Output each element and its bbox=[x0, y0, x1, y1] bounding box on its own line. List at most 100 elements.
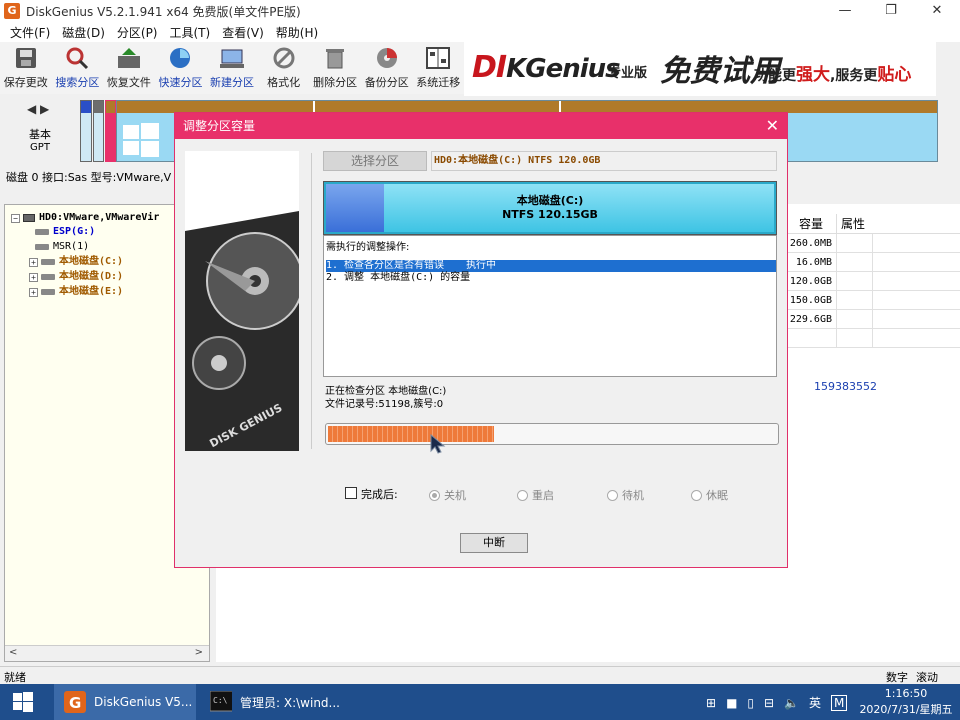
status-bar: 就绪 数字 滚动 bbox=[0, 666, 960, 684]
new-partition-button[interactable]: 新建分区 bbox=[206, 42, 258, 94]
expand-icon[interactable]: + bbox=[29, 257, 38, 267]
format-button[interactable]: 格式化 bbox=[258, 42, 310, 94]
partition-table: 容量 属性 260.0MB 16.0MB 120.0GB 150.0GB 229… bbox=[786, 214, 960, 348]
diskgenius-logo: DIKGenius bbox=[472, 50, 621, 85]
app-logo-icon: G bbox=[4, 3, 20, 19]
tree-item-d[interactable]: + 本地磁盘(D:) bbox=[29, 270, 123, 284]
table-row[interactable]: 229.6GB bbox=[786, 310, 960, 329]
disk-icon bbox=[23, 214, 35, 222]
dialog-close-icon[interactable]: ✕ bbox=[766, 113, 779, 139]
disk-type-label: 基本 GPT bbox=[29, 128, 51, 153]
menu-disk[interactable]: 磁盘(D) bbox=[56, 24, 111, 41]
resize-partition-dialog: 调整分区容量 ✕ DISK GENIUS 选择分区 HD0:本地磁盘(C:) N… bbox=[174, 112, 788, 568]
search-partition-button[interactable]: 搜索分区 bbox=[52, 42, 104, 94]
menu-file[interactable]: 文件(F) bbox=[4, 24, 56, 41]
partition-bar-c[interactable] bbox=[105, 100, 116, 162]
network-icon[interactable]: ⊞ bbox=[706, 696, 716, 710]
recover-files-button[interactable]: 恢复文件 bbox=[103, 42, 155, 94]
expand-icon[interactable]: + bbox=[29, 287, 38, 297]
battery-icon[interactable]: ▯ bbox=[747, 696, 754, 710]
system-migration-button[interactable]: 系统迁移 bbox=[413, 42, 465, 94]
language-indicator[interactable]: 英 bbox=[809, 694, 821, 711]
tree-item-msr[interactable]: MSR(1) bbox=[35, 240, 89, 254]
operations-list: 需执行的调整操作: 1. 检查各分区是否有错误 执行中 2. 调整 本地磁盘(C:… bbox=[323, 235, 777, 377]
abort-button[interactable]: 中断 bbox=[460, 533, 528, 553]
header-attribute[interactable]: 属性 bbox=[836, 214, 872, 233]
after-completion-checkbox[interactable] bbox=[345, 487, 357, 499]
partition-name: 本地磁盘(C:) bbox=[516, 194, 584, 207]
svg-text:C:\: C:\ bbox=[213, 696, 228, 705]
menu-help[interactable]: 帮助(H) bbox=[270, 24, 324, 41]
tree-horizontal-scrollbar[interactable]: < > bbox=[5, 645, 209, 661]
radio-restart[interactable]: 重启 bbox=[517, 487, 554, 503]
header-capacity[interactable]: 容量 bbox=[786, 214, 836, 233]
partition-visual: 本地磁盘(C:) NTFS 120.15GB bbox=[323, 181, 777, 235]
check-status: 正在检查分区 本地磁盘(C:) 文件记录号:51198,簇号:0 bbox=[325, 385, 446, 411]
tree-disk-node[interactable]: − HD0:VMware,VMwareVir bbox=[11, 211, 159, 225]
close-window-button[interactable]: ✕ bbox=[914, 0, 960, 22]
tree-item-esp[interactable]: ESP(G:) bbox=[35, 225, 95, 239]
window-title: DiskGenius V5.2.1.941 x64 免费版(单文件PE版) bbox=[26, 4, 301, 19]
ime-indicator[interactable]: M bbox=[831, 694, 848, 711]
radio-shutdown[interactable]: 关机 bbox=[429, 487, 466, 503]
table-row[interactable]: 120.0GB bbox=[786, 272, 960, 291]
taskbar-clock[interactable]: 1:16:50 2020/7/31/星期五 bbox=[858, 686, 954, 718]
format-icon bbox=[270, 45, 298, 71]
search-icon bbox=[63, 45, 91, 71]
collapse-icon[interactable]: − bbox=[11, 213, 20, 223]
toolbar: 保存更改 搜索分区 恢复文件 快速分区 新建分区 格式化 删除分区 备份分区 系… bbox=[0, 42, 464, 94]
radio-standby[interactable]: 待机 bbox=[607, 487, 644, 503]
select-partition-button[interactable]: 选择分区 bbox=[323, 151, 427, 171]
table-row[interactable]: 260.0MB bbox=[786, 234, 960, 253]
scroll-right-icon[interactable]: > bbox=[195, 647, 203, 658]
save-icon bbox=[12, 45, 40, 71]
checking-text: 正在检查分区 本地磁盘(C:) bbox=[325, 386, 447, 397]
backup-partition-button[interactable]: 备份分区 bbox=[361, 42, 413, 94]
progress-bar bbox=[325, 423, 779, 445]
menu-partition[interactable]: 分区(P) bbox=[111, 24, 164, 41]
tree-item-e[interactable]: + 本地磁盘(E:) bbox=[29, 285, 123, 299]
dialog-title-bar: 调整分区容量 ✕ bbox=[175, 113, 787, 139]
quick-partition-icon bbox=[166, 45, 194, 71]
usb-icon[interactable]: ⊟ bbox=[764, 696, 774, 710]
partition-size: NTFS 120.15GB bbox=[502, 208, 598, 221]
save-changes-button[interactable]: 保存更改 bbox=[0, 42, 52, 94]
table-row[interactable]: 16.0MB bbox=[786, 253, 960, 272]
slogan-text: 功能更强大,服务更贴心 bbox=[754, 65, 912, 85]
windows-start-icon bbox=[13, 692, 33, 712]
color-icon[interactable]: ■ bbox=[726, 696, 737, 710]
taskbar: G DiskGenius V5... C:\ 管理员: X:\wind... ⊞… bbox=[0, 684, 960, 720]
partition-icon bbox=[41, 274, 55, 280]
volume-icon[interactable]: 🔈 bbox=[784, 696, 799, 710]
console-app-icon: C:\ bbox=[210, 691, 232, 712]
menu-tools[interactable]: 工具(T) bbox=[164, 24, 217, 41]
table-row[interactable] bbox=[786, 329, 960, 348]
record-info-text: 文件记录号:51198,簇号:0 bbox=[325, 399, 444, 410]
tree-item-c[interactable]: + 本地磁盘(C:) bbox=[29, 255, 123, 269]
scroll-left-icon[interactable]: < bbox=[9, 647, 17, 658]
partition-bar-msr[interactable] bbox=[93, 100, 104, 162]
table-row[interactable]: 150.0GB bbox=[786, 291, 960, 310]
sector-value: 159383552 bbox=[814, 380, 877, 393]
list-item[interactable]: 1. 检查各分区是否有错误 执行中 bbox=[326, 260, 776, 272]
title-bar: G DiskGenius V5.2.1.941 x64 免费版(单文件PE版) … bbox=[0, 0, 960, 22]
radio-hibernate[interactable]: 休眠 bbox=[691, 487, 728, 503]
progress-fill bbox=[328, 426, 494, 442]
quick-partition-button[interactable]: 快速分区 bbox=[155, 42, 207, 94]
menu-view[interactable]: 查看(V) bbox=[216, 24, 270, 41]
expand-icon[interactable]: + bbox=[29, 272, 38, 282]
delete-partition-button[interactable]: 删除分区 bbox=[309, 42, 361, 94]
start-button[interactable] bbox=[0, 684, 46, 720]
taskbar-app-diskgenius[interactable]: G DiskGenius V5... bbox=[54, 684, 196, 720]
list-item[interactable]: 2. 调整 本地磁盘(C:) 的容量 bbox=[326, 272, 776, 284]
maximize-button[interactable]: ❐ bbox=[868, 0, 914, 22]
edition-label: 专业版 bbox=[608, 66, 648, 81]
partition-bar-esp[interactable] bbox=[80, 100, 92, 162]
minimize-button[interactable]: — bbox=[822, 0, 868, 22]
disk-nav-arrows[interactable]: ◀ ▶ bbox=[27, 102, 49, 116]
taskbar-app-cmd[interactable]: C:\ 管理员: X:\wind... bbox=[200, 684, 350, 720]
status-text: 就绪 bbox=[4, 671, 26, 684]
disk-illustration: DISK GENIUS bbox=[185, 151, 304, 451]
partition-icon bbox=[35, 229, 49, 235]
product-banner[interactable]: DIKGenius 专业版 免费试用 功能更强大,服务更贴心 bbox=[464, 40, 936, 96]
